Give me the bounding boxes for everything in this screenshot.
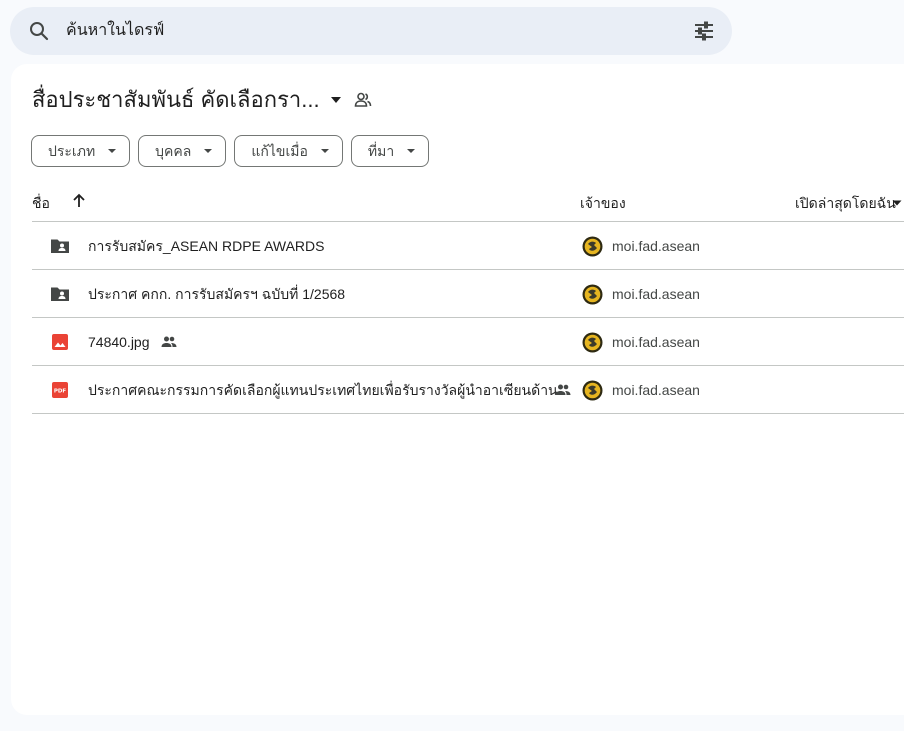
filter-people-chip[interactable]: บุคคล <box>138 135 227 167</box>
shared-folder-icon <box>51 239 69 253</box>
file-name[interactable]: การรับสมัคร_ASEAN RDPE AWARDS <box>88 237 324 255</box>
owner-avatar <box>582 332 603 353</box>
chevron-down-icon <box>320 149 329 153</box>
filter-source-label: ที่มา <box>367 143 395 159</box>
owner-name: moi.fad.asean <box>612 382 700 398</box>
search-icon[interactable] <box>27 19 51 43</box>
chevron-down-icon <box>330 97 341 103</box>
chevron-down-icon <box>407 149 416 153</box>
column-header-last-opened[interactable]: เปิดล่าสุดโดยฉัน <box>795 194 896 212</box>
sort-ascending-icon[interactable] <box>70 192 88 210</box>
shared-with-icon[interactable] <box>353 90 373 110</box>
main-panel: สื่อประชาสัมพันธ์ คัดเลือกรา... ประเภท บ… <box>11 64 904 715</box>
chevron-down-icon <box>108 149 117 153</box>
file-row[interactable]: PDF ประกาศคณะกรรมการคัดเลือกผู้แทนประเทศ… <box>32 366 904 414</box>
owner-avatar <box>582 284 603 305</box>
pdf-file-icon: PDF <box>52 382 68 398</box>
filter-people-label: บุคคล <box>155 143 192 159</box>
chevron-down-icon <box>204 149 213 153</box>
owner-avatar <box>582 236 603 257</box>
file-row[interactable]: 74840.jpg moi.fad.asean <box>32 318 904 366</box>
file-list-header: ชื่อ เจ้าของ เปิดล่าสุดโดยฉัน <box>32 190 904 222</box>
file-name[interactable]: ประกาศ คกก. การรับสมัครฯ ฉบับที่ 1/2568 <box>88 285 345 303</box>
file-name[interactable]: 74840.jpg <box>88 333 150 351</box>
owner-name: moi.fad.asean <box>612 334 700 350</box>
owner-name: moi.fad.asean <box>612 286 700 302</box>
svg-text:PDF: PDF <box>54 389 67 395</box>
file-name[interactable]: ประกาศคณะกรรมการคัดเลือกผู้แทนประเทศไทยเ… <box>88 381 569 399</box>
owner-avatar <box>582 380 603 401</box>
filter-type-label: ประเภท <box>48 143 96 159</box>
folder-title-button[interactable]: สื่อประชาสัมพันธ์ คัดเลือกรา... <box>32 86 342 114</box>
filter-modified-chip[interactable]: แก้ไขเมื่อ <box>234 135 343 167</box>
filter-modified-label: แก้ไขเมื่อ <box>251 143 308 159</box>
file-list: การรับสมัคร_ASEAN RDPE AWARDS moi.fad.as… <box>32 222 904 414</box>
column-header-owner[interactable]: เจ้าของ <box>580 194 626 212</box>
filter-bar: ประเภท บุคคล แก้ไขเมื่อ ที่มา <box>31 135 430 167</box>
shared-icon <box>161 336 177 347</box>
owner-name: moi.fad.asean <box>612 238 700 254</box>
shared-icon <box>555 384 571 395</box>
file-row[interactable]: ประกาศ คกก. การรับสมัครฯ ฉบับที่ 1/2568 … <box>32 270 904 318</box>
file-row[interactable]: การรับสมัคร_ASEAN RDPE AWARDS moi.fad.as… <box>32 222 904 270</box>
search-input[interactable]: ค้นหาในไดรฟ์ <box>66 21 164 41</box>
image-file-icon <box>52 334 68 350</box>
search-options-icon[interactable] <box>692 19 716 43</box>
chevron-down-icon[interactable] <box>892 198 902 208</box>
shared-folder-icon <box>51 287 69 301</box>
search-bar[interactable]: ค้นหาในไดรฟ์ <box>10 7 732 55</box>
filter-source-chip[interactable]: ที่มา <box>350 135 430 167</box>
filter-type-chip[interactable]: ประเภท <box>31 135 131 167</box>
column-header-name[interactable]: ชื่อ <box>32 194 50 212</box>
page-title: สื่อประชาสัมพันธ์ คัดเลือกรา... <box>32 87 320 112</box>
